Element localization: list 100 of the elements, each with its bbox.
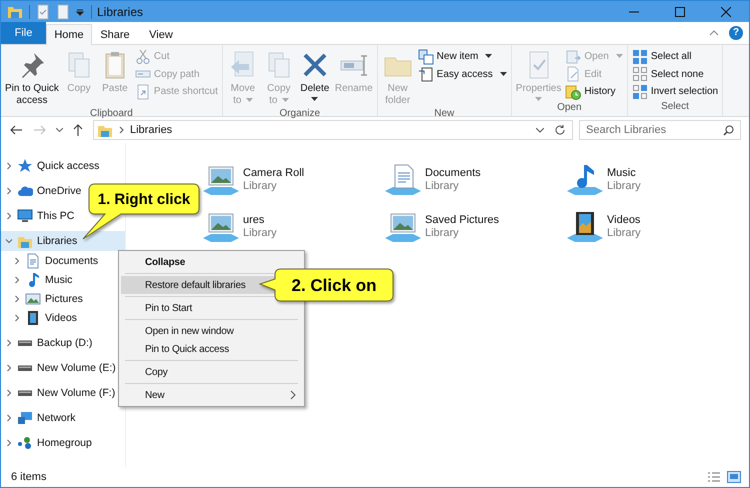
chevron-right-icon[interactable] [5, 389, 13, 397]
chevron-right-icon[interactable] [5, 439, 13, 447]
chevron-right-icon[interactable] [5, 364, 13, 372]
drive-icon [17, 364, 33, 372]
ribbon-tab[interactable]: Share [92, 24, 138, 44]
library-type: Library [243, 226, 277, 240]
page-icon[interactable] [55, 4, 71, 20]
caret-icon [616, 54, 623, 58]
group-label: Open [556, 102, 583, 115]
grid-icon [632, 48, 648, 65]
check-page-icon[interactable] [35, 4, 51, 20]
scissors-icon [134, 48, 151, 65]
window-title: Libraries [97, 4, 144, 18]
library-type: Library [425, 226, 460, 240]
callout-tooltip: 1. Right click [82, 184, 200, 240]
chevron-right-icon[interactable] [5, 187, 13, 195]
empty-grid-icon [632, 66, 648, 82]
chevron-right-icon[interactable] [5, 339, 13, 347]
group-label: Clipboard [89, 108, 134, 119]
search-icon [723, 125, 734, 136]
library-type: Library [607, 226, 641, 240]
drive-icon [17, 340, 33, 346]
group-label: Select [660, 100, 690, 114]
group-label: New [433, 108, 456, 119]
search-field[interactable]: Search Libraries [579, 120, 741, 140]
ribbon-button[interactable]: History [565, 83, 623, 100]
caret-icon[interactable] [75, 6, 85, 16]
caret-icon [246, 98, 252, 102]
close-icon [721, 6, 731, 16]
ribbon-button[interactable]: Invert selection [632, 83, 718, 100]
shortcut-icon [134, 84, 151, 100]
up-arrow-icon [73, 124, 83, 136]
ribbon-button[interactable]: New item [418, 48, 507, 66]
caret-icon [500, 72, 507, 76]
maximize-icon [675, 6, 685, 16]
library-name[interactable]: Documents [425, 166, 481, 180]
chevron-right-icon[interactable] [5, 414, 13, 422]
network-icon [17, 410, 33, 426]
refresh-icon[interactable] [554, 124, 566, 136]
collapse-ribbon-icon[interactable] [709, 30, 719, 36]
library-name[interactable]: Videos [607, 214, 641, 226]
edit-icon [565, 66, 582, 82]
library-name[interactable]: ures [243, 214, 277, 226]
document-icon [383, 162, 423, 196]
library-type: Library [607, 180, 641, 192]
help-button[interactable]: ? [729, 26, 743, 40]
homegroup-icon [17, 435, 33, 451]
chevron-down-icon[interactable] [5, 237, 13, 245]
item-count: 6 items [11, 471, 46, 483]
document-icon [25, 252, 41, 268]
chevron-down-icon [56, 128, 62, 132]
chevron-right-icon[interactable] [13, 314, 21, 322]
ribbon-button[interactable]: Easy access [418, 66, 507, 83]
chevron-right-icon[interactable] [13, 256, 21, 264]
ribbon-tab[interactable]: View [138, 24, 184, 44]
new-item-icon [418, 48, 434, 65]
chevron-right-icon[interactable] [5, 212, 13, 220]
mixed-grid-icon [632, 84, 648, 100]
forward-arrow-icon [34, 125, 46, 135]
callout-tooltip: 2. Click on [260, 268, 394, 302]
history-icon [565, 84, 582, 100]
film-icon [25, 310, 41, 326]
group-label: Organize [278, 108, 322, 119]
open-icon [565, 48, 582, 65]
chevron-right-icon[interactable] [5, 162, 13, 170]
chevron-right-icon[interactable] [13, 276, 21, 284]
library-type: Library [425, 180, 460, 192]
caret-icon [535, 97, 542, 101]
caret-icon [485, 54, 492, 58]
library-type: Library [243, 180, 278, 192]
monitor-icon [17, 208, 33, 224]
caret-icon [282, 98, 288, 102]
library-name[interactable]: Camera Roll [243, 166, 304, 180]
navigation-item[interactable]: Network [1, 408, 125, 428]
navigation-item[interactable]: Quick access [1, 156, 125, 176]
file-tab[interactable]: File [1, 22, 46, 44]
ribbon-button[interactable]: Delete [296, 48, 333, 102]
ribbon-button[interactable]: Select none [632, 66, 718, 83]
page-icon [418, 66, 434, 82]
address-bar[interactable]: Libraries [93, 120, 573, 140]
ribbon-button[interactable]: Pin to Quick access [3, 48, 61, 108]
chevron-right-icon[interactable] [13, 294, 21, 302]
large-icons-view-icon[interactable] [727, 471, 741, 483]
ribbon-tab[interactable]: Home [46, 24, 92, 45]
chevron-right-icon [119, 126, 124, 134]
navigation-item[interactable]: Homegroup [1, 433, 125, 453]
back-arrow-icon [10, 125, 22, 135]
music-note-icon [565, 162, 605, 196]
details-view-icon[interactable] [707, 471, 721, 483]
drive-icon [17, 390, 33, 396]
star-icon [17, 158, 33, 174]
chevron-right-icon [290, 390, 296, 400]
film-icon [565, 210, 605, 244]
library-name[interactable]: Saved Pictures [425, 214, 499, 226]
ribbon-button[interactable]: Select all [632, 48, 718, 66]
chevron-down-icon[interactable] [536, 128, 544, 132]
library-name[interactable]: Music [607, 166, 641, 180]
navigation-item[interactable]: Libraries [1, 231, 125, 251]
address-path: Libraries [130, 124, 172, 136]
caret-icon [311, 97, 318, 101]
